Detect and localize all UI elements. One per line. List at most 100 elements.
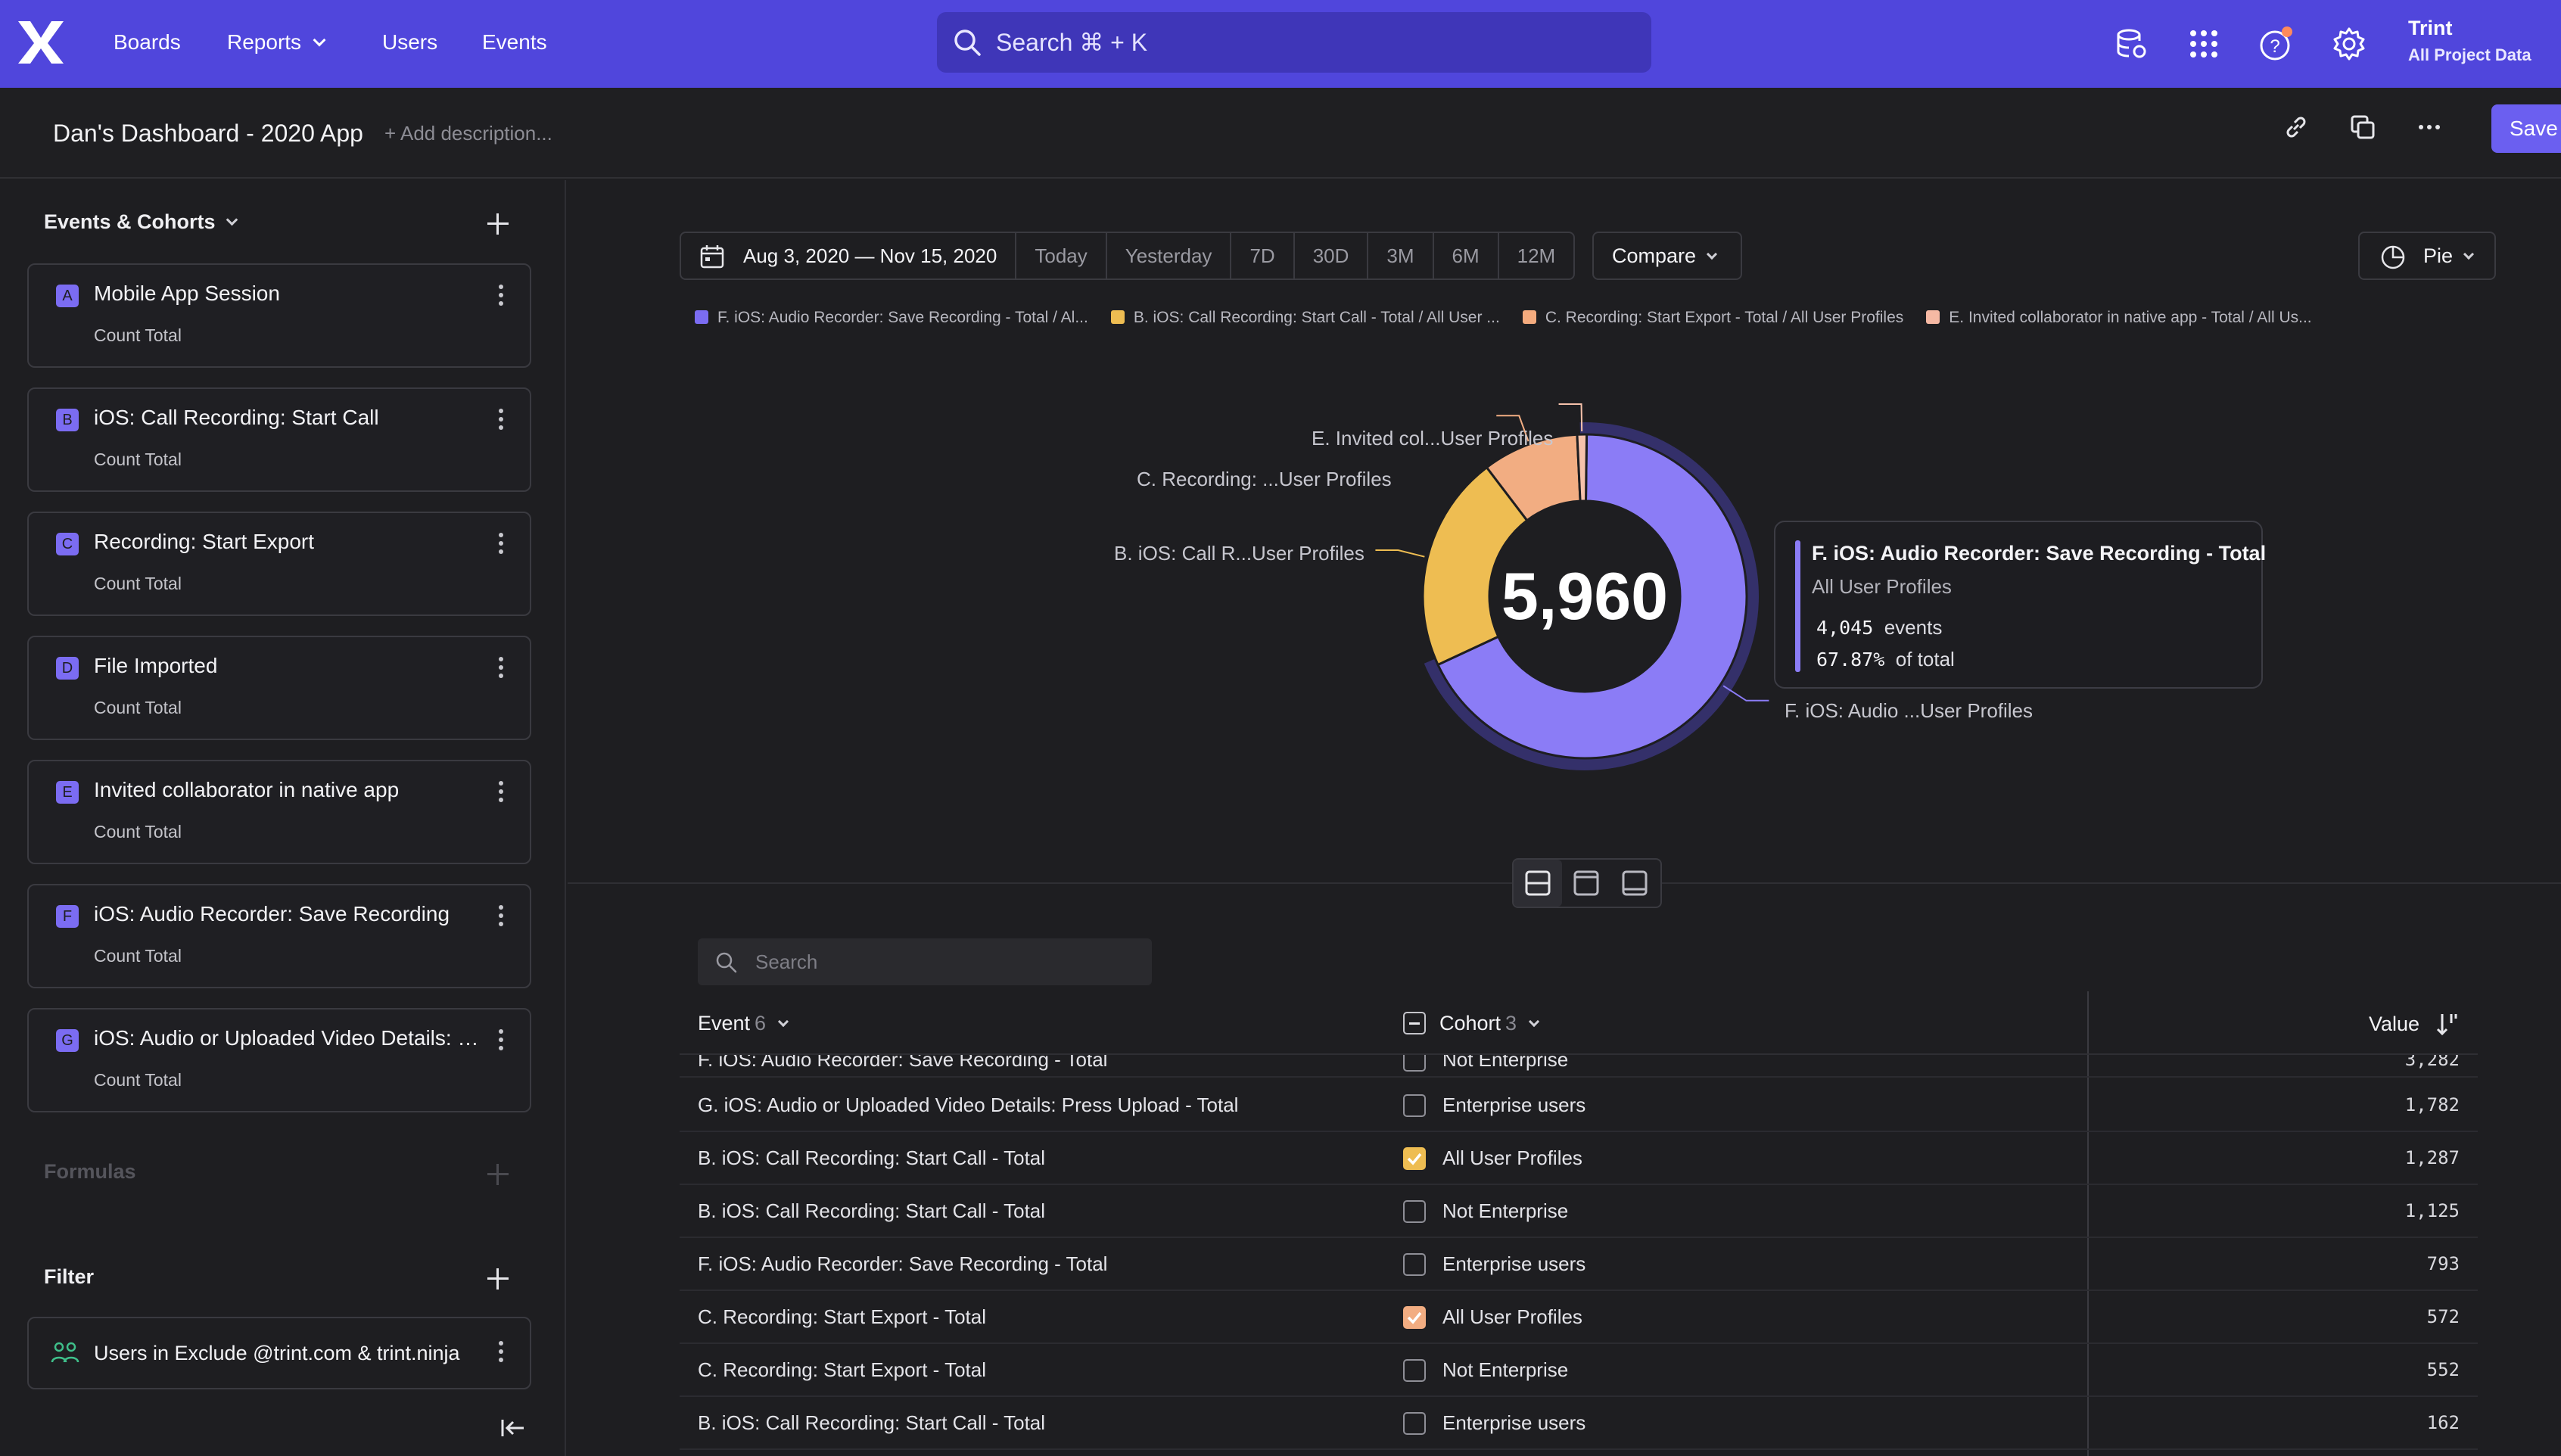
preset-3m[interactable]: 3M [1367,233,1432,278]
add-event-plus-icon[interactable] [487,213,509,235]
table-row[interactable]: B. iOS: Call Recording: Start Call - Tot… [680,1132,2478,1185]
nav-reports[interactable]: Reports [227,0,326,88]
slice-leader-line [1375,549,1425,558]
event-card-c[interactable]: C Recording: Start Export Count Total [27,512,531,616]
row-event: G. iOS: Audio or Uploaded Video Details:… [698,1094,1239,1116]
event-measure[interactable]: Count Total [94,946,182,966]
kebab-menu-icon[interactable] [498,1341,504,1367]
row-checkbox[interactable] [1403,1200,1426,1223]
preset-12m[interactable]: 12M [1497,233,1574,278]
settings-gear-icon[interactable] [2331,26,2367,62]
legend-item[interactable]: E. Invited collaborator in native app - … [1926,309,2312,339]
event-measure[interactable]: Count Total [94,1070,182,1090]
event-card-f[interactable]: F iOS: Audio Recorder: Save Recording Co… [27,884,531,988]
event-card-b[interactable]: B iOS: Call Recording: Start Call Count … [27,387,531,492]
column-header-value[interactable]: Value [2369,1005,2459,1041]
event-card-e[interactable]: E Invited collaborator in native app Cou… [27,760,531,864]
mixpanel-logo-icon[interactable] [14,15,68,70]
event-name: iOS: Call Recording: Start Call [94,406,379,429]
preset-6m[interactable]: 6M [1432,233,1498,278]
event-measure[interactable]: Count Total [94,698,182,718]
nav-reports-label: Reports [227,30,302,54]
table-row[interactable]: C. Recording: Start Export - Total All Us… [680,1291,2478,1344]
add-description-link[interactable]: + Add description... [384,88,552,179]
legend-swatch [1522,310,1536,324]
preset-today[interactable]: Today [1015,233,1105,278]
row-value: 793 [2426,1253,2460,1274]
data-management-icon[interactable] [2114,26,2150,62]
row-checkbox[interactable] [1403,1055,1426,1072]
add-filter-plus-icon[interactable] [487,1268,509,1290]
search-icon [716,952,737,973]
date-range-picker[interactable]: Aug 3, 2020 — Nov 15, 2020 [681,233,1015,278]
table-header-divider [680,1053,2478,1055]
event-measure[interactable]: Count Total [94,450,182,470]
table-row[interactable]: C. Recording: Start Export - Total Not En… [680,1344,2478,1397]
row-checkbox[interactable] [1403,1253,1426,1276]
legend-label: E. Invited collaborator in native app - … [1949,309,2312,326]
kebab-menu-icon[interactable] [498,409,504,434]
filter-item[interactable]: Users in Exclude @trint.com & trint.ninj… [27,1317,531,1389]
save-button[interactable]: Save [2491,104,2561,153]
tooltip-events-label: events [1884,616,1943,639]
event-measure[interactable]: Count Total [94,574,182,594]
table-row[interactable]: G. iOS: Audio or Uploaded Video Details:… [680,1079,2478,1132]
more-options-icon[interactable] [2414,112,2444,142]
legend-item[interactable]: C. Recording: Start Export - Total / All… [1522,309,1904,339]
table-search-input[interactable]: Search [698,938,1152,985]
table-row[interactable]: B. iOS: Call Recording: Start Call - Tot… [680,1185,2478,1238]
kebab-menu-icon[interactable] [498,905,504,931]
nav-users[interactable]: Users [382,0,437,88]
kebab-menu-icon[interactable] [498,285,504,310]
chart-type-dropdown[interactable]: Pie [2358,232,2496,280]
preset-yesterday[interactable]: Yesterday [1105,233,1231,278]
nav-events[interactable]: Events [482,0,547,88]
row-checkbox-checked[interactable] [1403,1147,1426,1170]
chevron-down-icon [1529,1016,1540,1028]
event-measure[interactable]: Count Total [94,822,182,842]
select-all-checkbox[interactable] [1403,1012,1426,1034]
compare-dropdown[interactable]: Compare [1592,232,1742,280]
events-cohorts-heading[interactable]: Events & Cohorts [44,210,238,234]
collapse-sidebar-icon[interactable] [499,1417,527,1439]
table-row-partial[interactable]: F. iOS: Audio Recorder: Save Recording -… [680,1055,2478,1078]
user-name[interactable]: Trint [2408,17,2453,40]
apps-grid-icon[interactable] [2186,26,2222,62]
legend-item[interactable]: F. iOS: Audio Recorder: Save Recording -… [695,309,1088,339]
add-formula-plus-icon[interactable] [487,1164,509,1185]
kebab-menu-icon[interactable] [498,657,504,683]
row-checkbox-checked[interactable] [1403,1306,1426,1329]
chart-only-view-button[interactable] [1562,860,1610,907]
split-view-button[interactable] [1514,860,1562,907]
row-event: F. iOS: Audio Recorder: Save Recording -… [698,1055,1108,1071]
table-row[interactable]: F. iOS: Audio Recorder: Save Recording -… [680,1238,2478,1291]
link-icon[interactable] [2281,112,2311,142]
row-checkbox[interactable] [1403,1412,1426,1435]
preset-7d[interactable]: 7D [1230,233,1293,278]
row-checkbox[interactable] [1403,1359,1426,1382]
table-row[interactable]: B. iOS: Call Recording: Start Call - Tot… [680,1397,2478,1450]
kebab-menu-icon[interactable] [498,1029,504,1055]
event-name: iOS: Audio or Uploaded Video Details: Pr… [94,1026,487,1050]
kebab-menu-icon[interactable] [498,533,504,558]
legend-label: C. Recording: Start Export - Total / All… [1545,309,1904,326]
legend-item[interactable]: B. iOS: Call Recording: Start Call - Tot… [1110,309,1500,339]
kebab-menu-icon[interactable] [498,781,504,807]
duplicate-icon[interactable] [2348,112,2378,142]
dashboard-title[interactable]: Dan's Dashboard - 2020 App [53,88,363,179]
event-card-a[interactable]: A Mobile App Session Count Total [27,263,531,368]
column-header-cohort[interactable]: Cohort 3 [1403,1005,1540,1041]
event-card-g[interactable]: G iOS: Audio or Uploaded Video Details: … [27,1008,531,1112]
table-only-view-button[interactable] [1610,860,1659,907]
nav-boards[interactable]: Boards [114,0,181,88]
row-value: 552 [2426,1359,2460,1380]
event-card-d[interactable]: D File Imported Count Total [27,636,531,740]
global-search[interactable]: Search ⌘ + K [937,12,1651,73]
help-icon[interactable]: ? [2258,26,2295,62]
column-header-event[interactable]: Event 6 [698,1005,789,1041]
event-measure[interactable]: Count Total [94,325,182,346]
legend-label: B. iOS: Call Recording: Start Call - Tot… [1133,309,1500,326]
row-checkbox[interactable] [1403,1094,1426,1117]
preset-30d[interactable]: 30D [1293,233,1368,278]
project-name[interactable]: All Project Data [2408,45,2531,65]
